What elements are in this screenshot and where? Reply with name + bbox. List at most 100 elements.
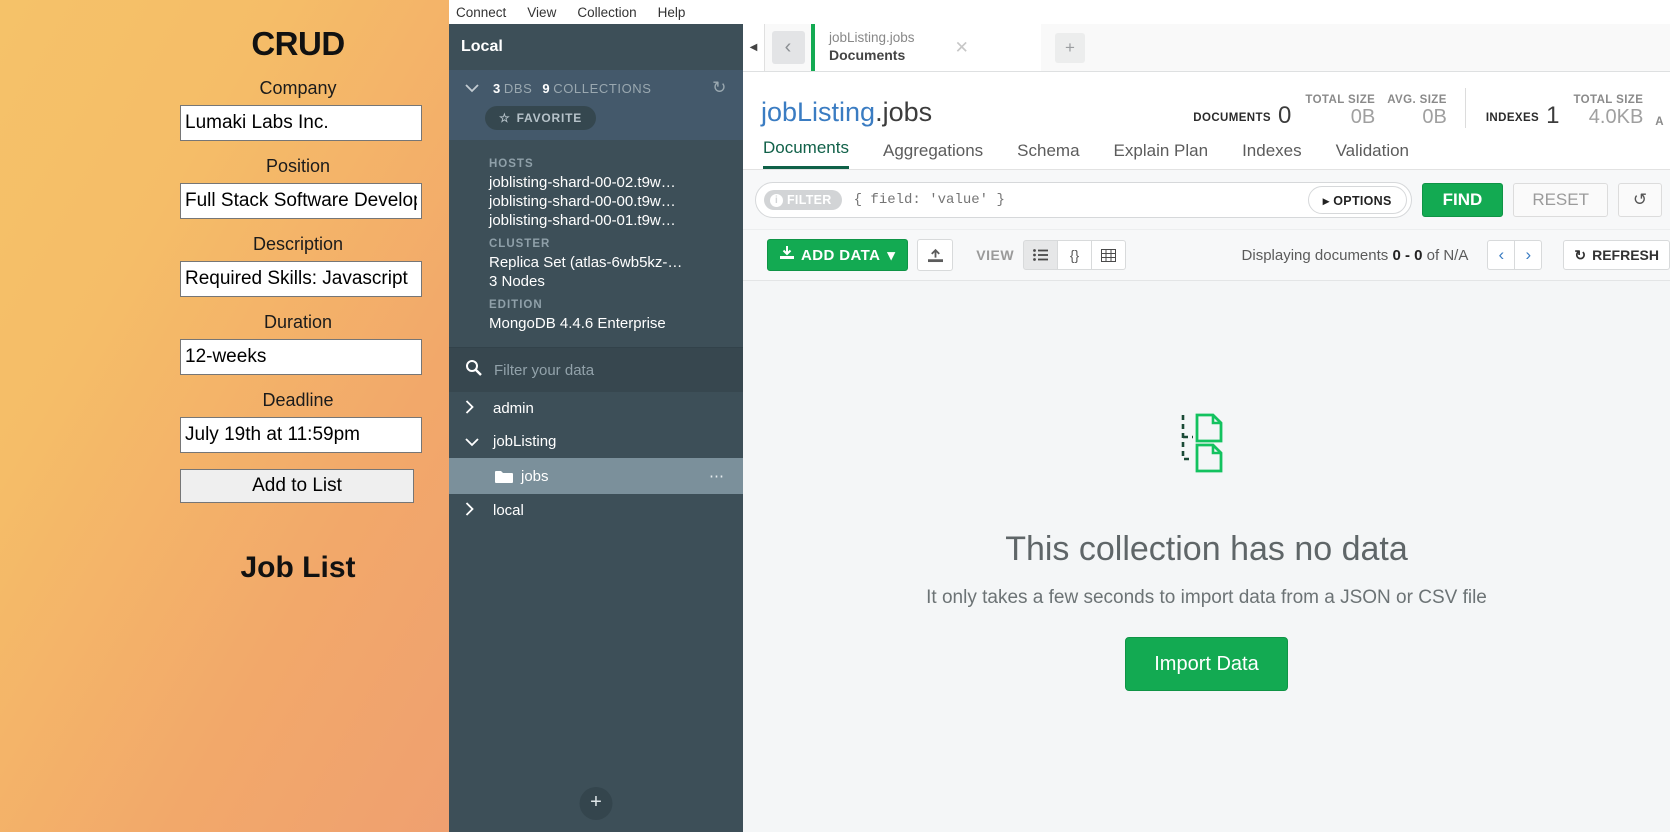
menu-bar: Connect View Collection Help xyxy=(449,0,1670,24)
db-row-joblisting[interactable]: jobListing xyxy=(449,425,743,458)
caret-down-icon: ▾ xyxy=(887,247,896,264)
stat-sub-label: TOTAL SIZE xyxy=(1573,94,1644,106)
favorite-label: FAVORITE xyxy=(516,111,583,125)
sidebar-filter[interactable] xyxy=(449,347,743,392)
displaying-prefix: Displaying documents xyxy=(1241,246,1389,264)
deadline-field[interactable] xyxy=(180,417,422,453)
menu-collection[interactable]: Collection xyxy=(577,5,636,20)
view-label: VIEW xyxy=(976,247,1015,263)
options-label: OPTIONS xyxy=(1333,193,1392,208)
filter-badge: i FILTER xyxy=(764,190,842,210)
favorite-button[interactable]: ☆ FAVORITE xyxy=(485,106,597,130)
stat-label: INDEXES xyxy=(1485,112,1540,124)
host-item: joblisting-shard-00-01.t9w… xyxy=(489,212,676,229)
db-row-admin[interactable]: admin xyxy=(449,392,743,425)
list-view-icon[interactable] xyxy=(1023,240,1059,270)
chevron-right-icon xyxy=(465,502,483,519)
cluster-nodes: 3 Nodes xyxy=(489,273,545,290)
collection-header: jobListing.jobs DOCUMENTS 0 TOTAL SIZE 0… xyxy=(743,72,1670,134)
chevron-left-icon[interactable]: ‹ xyxy=(771,31,805,64)
company-field[interactable] xyxy=(180,105,422,141)
back-button-wrap: ‹ xyxy=(765,24,811,71)
chevron-down-icon[interactable] xyxy=(465,80,483,96)
add-database-button[interactable]: + xyxy=(579,787,613,820)
crud-app-panel: CRUD Company Position Description Durati… xyxy=(0,0,449,832)
add-data-label: ADD DATA xyxy=(801,246,881,264)
tab-aggregations[interactable]: Aggregations xyxy=(883,141,983,169)
json-view-icon[interactable]: {} xyxy=(1057,240,1093,270)
add-data-button[interactable]: ADD DATA ▾ xyxy=(767,239,909,271)
prev-page-button[interactable]: ‹ xyxy=(1487,240,1516,270)
query-bar: i FILTER ▸ OPTIONS FIND RESET ↺ xyxy=(743,170,1670,230)
search-icon xyxy=(465,359,482,381)
close-icon[interactable]: ✕ xyxy=(955,38,969,58)
collection-row-jobs[interactable]: jobs ⋯ xyxy=(449,458,743,494)
query-filter-input[interactable] xyxy=(841,192,1308,208)
workspace-tab[interactable]: jobListing.jobs Documents ✕ xyxy=(811,24,1041,71)
db-row-local[interactable]: local xyxy=(449,494,743,527)
host-item: joblisting-shard-00-02.t9w… xyxy=(489,174,676,191)
add-to-list-button[interactable]: Add to List xyxy=(180,469,414,503)
document-count-status: Displaying documents 0 - 0 of N/A xyxy=(1242,247,1469,264)
stat-indexes: INDEXES 1 xyxy=(1478,102,1568,130)
main-pane: ◀ ‹ jobListing.jobs Documents ✕ + jobLis… xyxy=(743,24,1670,832)
menu-help[interactable]: Help xyxy=(658,5,686,20)
refresh-icon[interactable]: ↻ xyxy=(712,78,727,98)
stat-documents-avg-size: AVG. SIZE 0B xyxy=(1381,94,1453,128)
collapse-sidebar-button[interactable]: ◀ xyxy=(743,24,765,71)
filter-input-wrapper[interactable]: i FILTER ▸ OPTIONS xyxy=(755,182,1412,218)
cluster-type: Replica Set (atlas-6wb5kz-… xyxy=(489,254,683,271)
db-name: local xyxy=(493,502,524,519)
star-icon: ☆ xyxy=(499,111,511,125)
tab-explain-plan[interactable]: Explain Plan xyxy=(1114,141,1209,169)
import-data-button[interactable]: Import Data xyxy=(1125,637,1288,691)
label-description: Description xyxy=(252,234,344,254)
db-name: admin xyxy=(493,400,534,417)
filter-data-input[interactable] xyxy=(494,361,694,379)
tab-validation[interactable]: Validation xyxy=(1336,141,1409,169)
mongodb-compass-window: Connect View Collection Help Local 3 DBS … xyxy=(449,0,1670,832)
collection-menu-icon[interactable]: ⋯ xyxy=(709,467,725,485)
tab-documents[interactable]: Documents xyxy=(763,138,849,169)
stat-sub-label: A xyxy=(1655,116,1664,128)
edition-label: EDITION xyxy=(489,299,543,311)
app-root: CRUD Company Position Description Durati… xyxy=(0,0,1670,832)
collection-count: 9 COLLECTIONS xyxy=(542,80,652,96)
stat-indexes-avg-size: A xyxy=(1649,116,1670,128)
reset-button[interactable]: RESET xyxy=(1513,183,1608,217)
export-icon xyxy=(927,248,943,262)
documents-toolbar: ADD DATA ▾ VIEW {} Displaying documents … xyxy=(743,230,1670,281)
tab-indexes[interactable]: Indexes xyxy=(1242,141,1302,169)
stat-sub-value: 4.0KB xyxy=(1588,106,1644,128)
menu-view[interactable]: View xyxy=(527,5,556,20)
query-history-icon[interactable]: ↺ xyxy=(1618,183,1662,217)
description-field[interactable] xyxy=(180,261,422,297)
find-button[interactable]: FIND xyxy=(1421,183,1504,217)
new-tab-button[interactable]: + xyxy=(1055,33,1085,63)
stat-value: 0 xyxy=(1278,102,1292,130)
refresh-button[interactable]: ↻ REFRESH xyxy=(1563,240,1670,270)
stat-sub-label: AVG. SIZE xyxy=(1387,94,1447,106)
cluster-label: CLUSTER xyxy=(489,238,551,250)
empty-state-subtitle: It only takes a few seconds to import da… xyxy=(926,587,1487,608)
export-button[interactable] xyxy=(917,239,954,271)
position-field[interactable] xyxy=(180,183,422,219)
duration-field[interactable] xyxy=(180,339,422,375)
next-page-button[interactable]: › xyxy=(1514,240,1543,270)
menu-connect[interactable]: Connect xyxy=(456,5,506,20)
tab-schema[interactable]: Schema xyxy=(1017,141,1079,169)
pagination: ‹ › xyxy=(1487,240,1543,270)
tab-bar: ◀ ‹ jobListing.jobs Documents ✕ + xyxy=(743,24,1670,72)
query-options-button[interactable]: ▸ OPTIONS xyxy=(1307,186,1407,214)
namespace-db: jobListing xyxy=(761,97,876,127)
folder-icon xyxy=(495,470,513,483)
stat-sub-value: 0B xyxy=(1422,106,1447,128)
filter-badge-label: FILTER xyxy=(787,193,832,207)
empty-state: This collection has no data It only take… xyxy=(743,281,1670,832)
displaying-total: N/A xyxy=(1443,246,1469,264)
table-view-icon[interactable] xyxy=(1091,240,1127,270)
stat-sub-label: TOTAL SIZE xyxy=(1305,94,1376,106)
stat-value: 1 xyxy=(1546,102,1560,130)
displaying-of: of xyxy=(1426,246,1440,264)
chevron-down-icon xyxy=(465,434,483,450)
